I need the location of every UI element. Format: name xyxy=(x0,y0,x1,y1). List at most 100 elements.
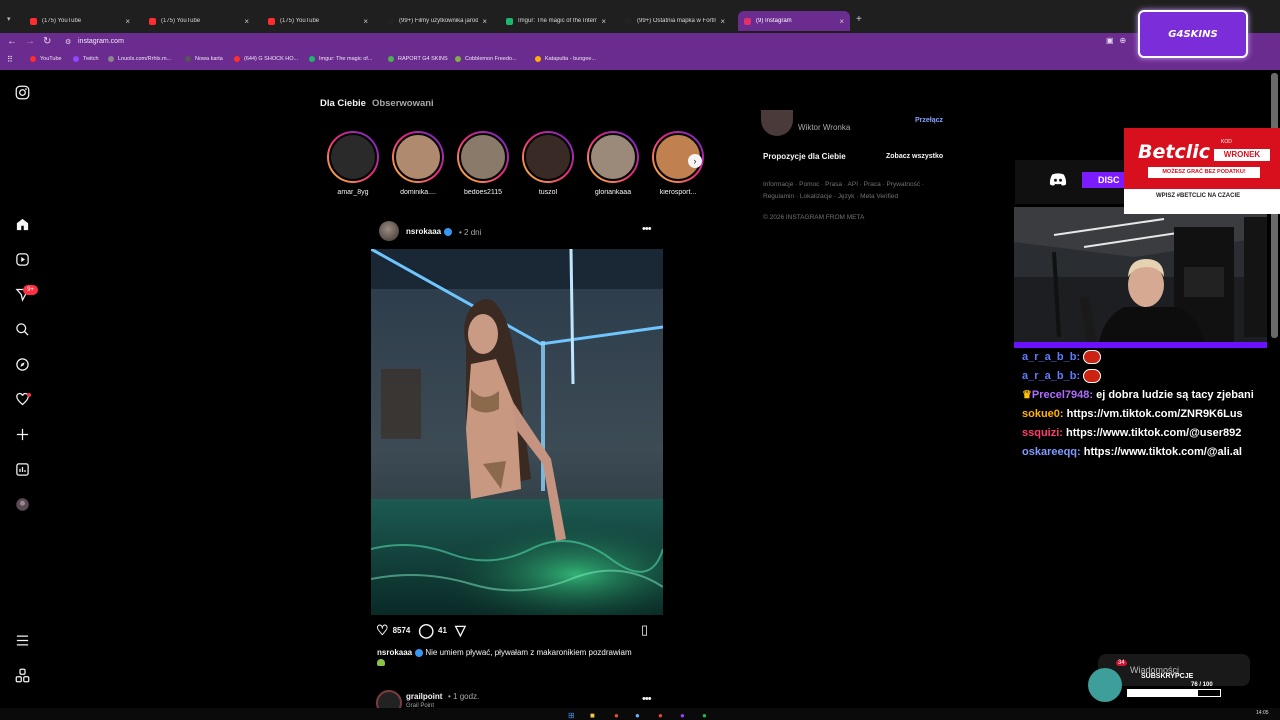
bookmark-item[interactable]: RAPORT G4 SKINS xyxy=(388,56,448,62)
new-tab-button[interactable]: + xyxy=(856,14,862,25)
more-menu-icon[interactable] xyxy=(14,633,31,650)
close-tab-icon[interactable]: × xyxy=(482,17,487,26)
comment-count[interactable]: 41 xyxy=(438,626,447,635)
post-author-name[interactable]: nsrokaaa xyxy=(406,227,441,236)
chrome-icon[interactable]: ● xyxy=(658,711,663,720)
bookmark-label[interactable]: Katapulta - bungee... xyxy=(545,56,596,62)
address-bar[interactable]: instagram.com xyxy=(78,38,124,45)
reload-icon[interactable]: ↻ xyxy=(43,36,51,47)
footer-links[interactable]: Informacje · Pomoc · Prasa · API · Praca… xyxy=(763,179,943,203)
post-image[interactable] xyxy=(371,249,663,615)
start-icon[interactable]: ⊞ xyxy=(568,711,575,720)
also-from-meta-icon[interactable] xyxy=(14,668,31,685)
story-item[interactable]: dominika.... xyxy=(390,131,446,196)
story-item[interactable]: amar_8yg xyxy=(325,131,381,196)
bookmark-item[interactable]: Katapulta - bungee... xyxy=(535,56,596,62)
story-avatar[interactable] xyxy=(459,133,507,181)
close-tab-icon[interactable]: × xyxy=(720,17,725,26)
browser-tab[interactable]: Imgur: The magic of the Interne × xyxy=(500,11,612,31)
save-icon[interactable]: ▯ xyxy=(641,622,648,638)
stories-next-icon[interactable]: › xyxy=(688,154,702,168)
bookmark-label[interactable]: (644) G SHOCK HO... xyxy=(244,56,298,62)
browser-tab[interactable]: (175) YouTube × xyxy=(24,11,136,31)
discord-taskbar-icon[interactable]: ● xyxy=(680,711,685,720)
story-username[interactable]: dominika.... xyxy=(390,189,446,196)
browser-tab[interactable]: (9) Instagram × xyxy=(738,11,850,31)
apps-icon[interactable]: ⠿ xyxy=(7,55,13,64)
story-item[interactable]: bedoes2115 xyxy=(455,131,511,196)
file-explorer-icon[interactable]: ■ xyxy=(590,711,595,720)
story-avatar[interactable] xyxy=(329,133,377,181)
account-avatar[interactable] xyxy=(761,110,793,136)
home-icon[interactable] xyxy=(14,217,31,234)
back-icon[interactable]: ← xyxy=(7,36,17,47)
story-username[interactable]: tuszol xyxy=(520,189,576,196)
bookmark-item[interactable]: Imgur: The magic of... xyxy=(309,56,372,62)
like-count[interactable]: 8574 xyxy=(393,626,411,635)
close-tab-icon[interactable]: × xyxy=(125,17,130,26)
bookmark-label[interactable]: Cobblemon Freedo... xyxy=(465,56,517,62)
story-avatar[interactable] xyxy=(589,133,637,181)
story-username[interactable]: kierosport... xyxy=(650,189,706,196)
post-author[interactable]: nsrokaaa xyxy=(406,227,453,236)
switch-account-link[interactable]: Przełącz xyxy=(915,117,943,124)
story-ring[interactable] xyxy=(457,131,509,183)
profile-avatar[interactable] xyxy=(14,497,31,514)
caption-author[interactable]: nsrokaaa xyxy=(377,648,412,657)
bookmark-item[interactable]: Cobblemon Freedo... xyxy=(455,56,517,62)
post-author-avatar[interactable] xyxy=(379,221,399,241)
spotify-icon[interactable]: ● xyxy=(702,711,707,720)
next-post-author[interactable]: grailpoint xyxy=(406,692,442,701)
story-username[interactable]: amar_8yg xyxy=(325,189,381,196)
extension-icons[interactable]: ▣⊕ xyxy=(1106,36,1132,45)
browser-tab[interactable]: (175) YouTube × xyxy=(262,11,374,31)
tab-following[interactable]: Obserwowani xyxy=(372,98,434,109)
comment-icon[interactable]: ◯ xyxy=(418,622,434,639)
story-avatar[interactable] xyxy=(394,133,442,181)
post-options-icon[interactable]: ••• xyxy=(642,223,652,235)
story-username[interactable]: gloriankaaa xyxy=(585,189,641,196)
see-all-link[interactable]: Zobacz wszystko xyxy=(886,153,943,160)
bookmark-item[interactable]: Twitch xyxy=(73,56,99,62)
story-avatar[interactable] xyxy=(524,133,572,181)
story-item[interactable]: gloriankaaa xyxy=(585,131,641,196)
browser-tab[interactable]: (99+) Ostatnia mapka w Fortnit × xyxy=(619,11,731,31)
site-info-icon[interactable]: ⚙ xyxy=(65,38,71,46)
bookmark-label[interactable]: Imgur: The magic of... xyxy=(319,56,372,62)
instagram-logo-icon[interactable] xyxy=(14,85,31,102)
close-tab-icon[interactable]: × xyxy=(363,17,368,26)
steam-icon[interactable]: ● xyxy=(635,711,640,720)
bookmark-label[interactable]: Lnuols.com/Rrhlx.m... xyxy=(118,56,171,62)
app-icon-1[interactable]: ● xyxy=(614,711,619,720)
next-post-options-icon[interactable]: ••• xyxy=(642,693,652,705)
search-icon[interactable] xyxy=(14,322,31,339)
tab-for-you[interactable]: Dla Ciebie xyxy=(320,98,366,109)
bookmark-label[interactable]: Nowa karta xyxy=(195,56,223,62)
bookmark-item[interactable]: Nowa karta xyxy=(185,56,223,62)
story-username[interactable]: bedoes2115 xyxy=(455,189,511,196)
bookmark-item[interactable]: (644) G SHOCK HO... xyxy=(234,56,298,62)
bookmark-item[interactable]: YouTube xyxy=(30,56,62,62)
explore-icon[interactable] xyxy=(14,357,31,374)
bookmark-label[interactable]: Twitch xyxy=(83,56,99,62)
story-item[interactable]: tuszol xyxy=(520,131,576,196)
story-ring[interactable] xyxy=(327,131,379,183)
forward-icon[interactable]: → xyxy=(25,36,35,47)
story-ring[interactable] xyxy=(587,131,639,183)
close-tab-icon[interactable]: × xyxy=(601,17,606,26)
dashboard-icon[interactable] xyxy=(14,462,31,479)
close-tab-icon[interactable]: × xyxy=(244,17,249,26)
bookmark-label[interactable]: YouTube xyxy=(40,56,62,62)
bookmark-label[interactable]: RAPORT G4 SKINS xyxy=(398,56,448,62)
create-icon[interactable] xyxy=(14,427,31,444)
browser-tab[interactable]: (99+) Filmy użytkownika jarodz × xyxy=(381,11,493,31)
share-icon[interactable]: ▽ xyxy=(455,622,466,639)
tab-search-icon[interactable]: ▾ xyxy=(7,15,11,23)
story-ring[interactable] xyxy=(392,131,444,183)
close-tab-icon[interactable]: × xyxy=(839,17,844,26)
reels-icon[interactable] xyxy=(14,252,31,269)
story-ring[interactable] xyxy=(522,131,574,183)
bookmark-item[interactable]: Lnuols.com/Rrhlx.m... xyxy=(108,56,171,62)
browser-tab[interactable]: (175) YouTube × xyxy=(143,11,255,31)
like-icon[interactable]: ♡ xyxy=(376,622,389,639)
